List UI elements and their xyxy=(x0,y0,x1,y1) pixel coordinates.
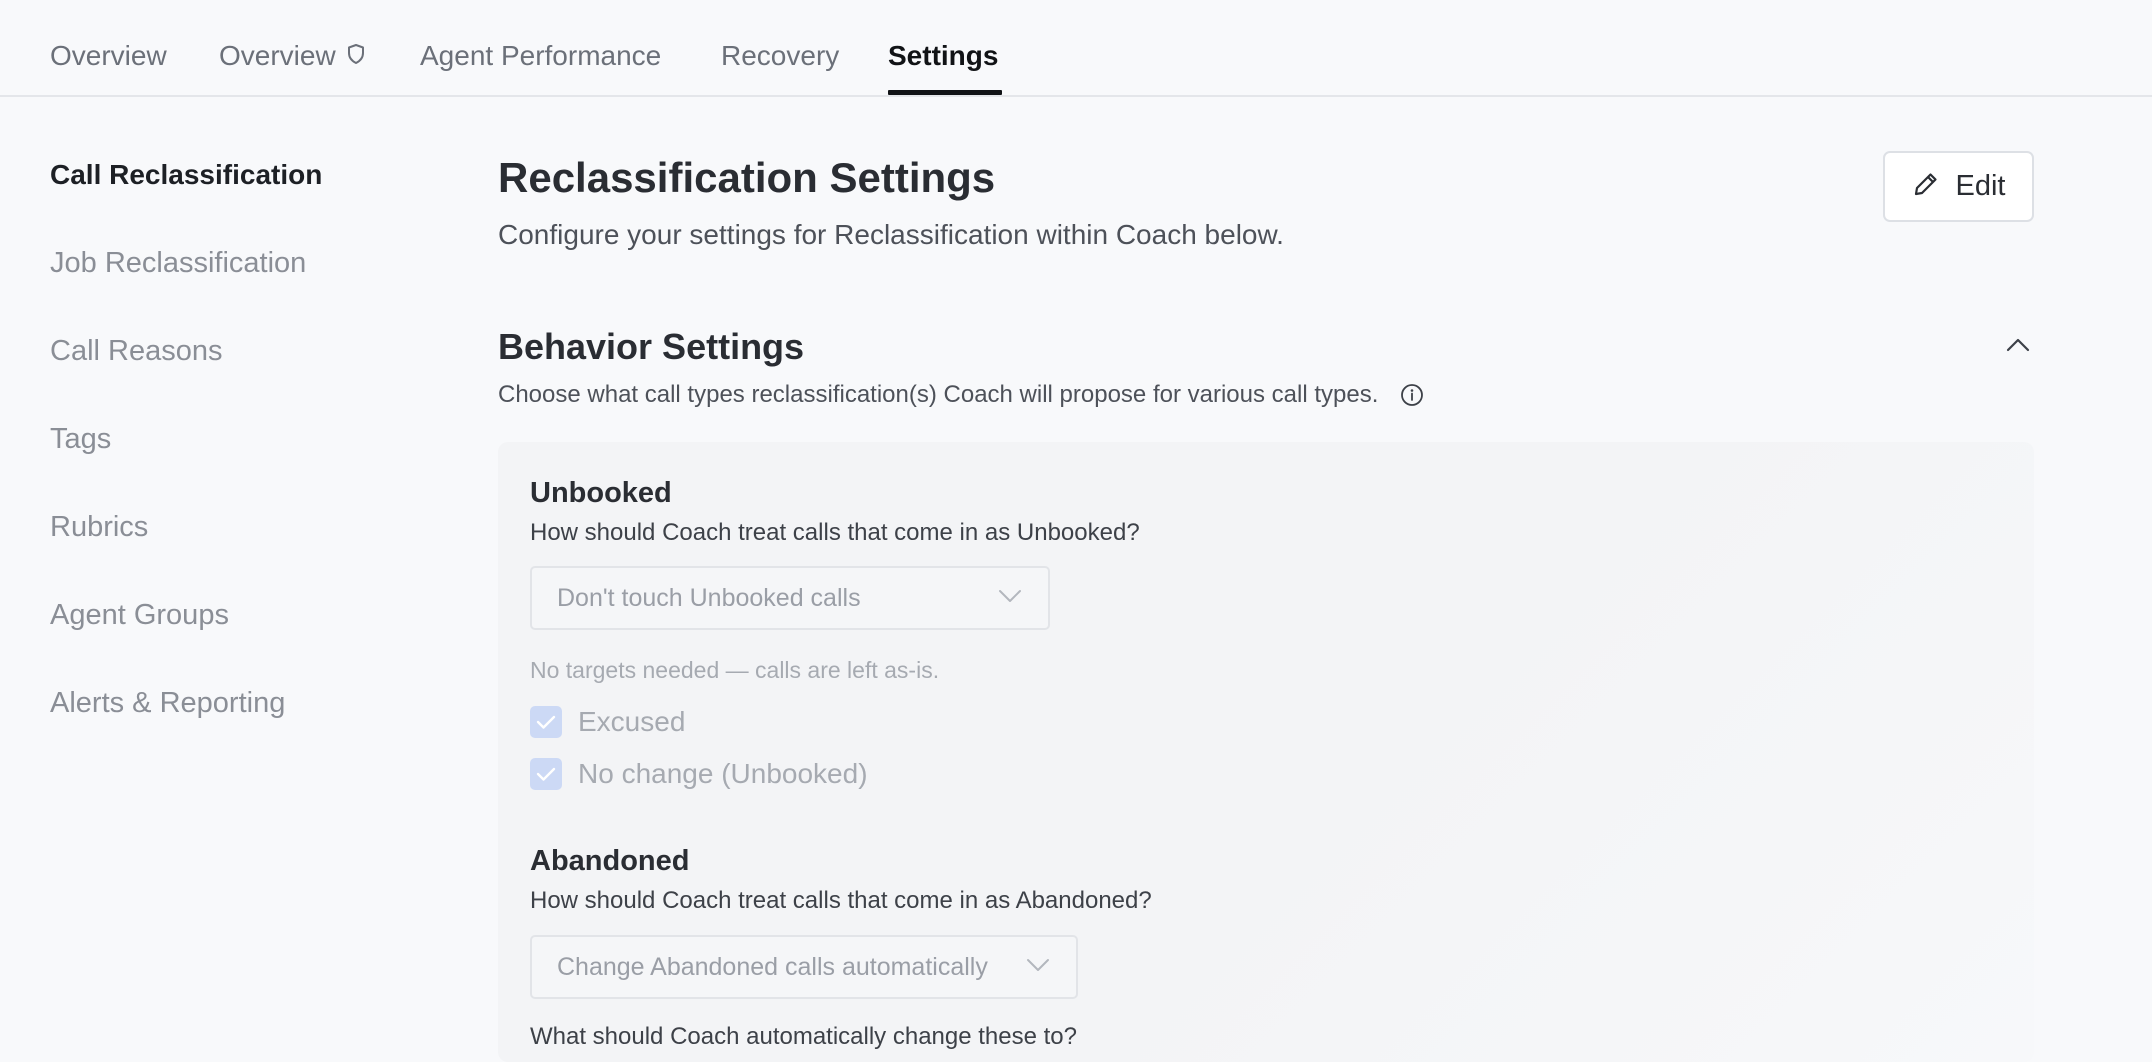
chevron-up-icon[interactable] xyxy=(2003,330,2033,360)
check-icon xyxy=(536,767,556,781)
unbooked-select-value: Don't touch Unbooked calls xyxy=(557,583,861,612)
tab-settings[interactable]: Settings xyxy=(888,38,998,74)
checkbox-box xyxy=(530,758,562,790)
checkbox-box xyxy=(530,706,562,738)
unbooked-behavior-select[interactable]: Don't touch Unbooked calls xyxy=(530,566,1050,630)
info-icon[interactable] xyxy=(1400,383,1424,412)
sidebar-item-rubrics[interactable]: Rubrics xyxy=(50,509,148,545)
section-title: Behavior Settings xyxy=(498,326,805,367)
unbooked-question: How should Coach treat calls that come i… xyxy=(530,519,1140,546)
page-title: Reclassification Settings xyxy=(498,154,996,201)
abandoned-select-value: Change Abandoned calls automatically xyxy=(557,952,988,981)
chevron-down-icon xyxy=(1025,957,1051,978)
tab-overview-restricted-label: Overview xyxy=(219,40,336,71)
sidebar-item-call-reasons[interactable]: Call Reasons xyxy=(50,333,222,369)
tab-agent-performance[interactable]: Agent Performance xyxy=(420,38,661,74)
abandoned-followup-question: What should Coach automatically change t… xyxy=(530,1023,1077,1050)
unbooked-hint: No targets needed — calls are left as-is… xyxy=(530,657,940,683)
checkbox-excused[interactable]: Excused xyxy=(530,706,685,738)
check-icon xyxy=(536,715,556,729)
unbooked-title: Unbooked xyxy=(530,477,672,509)
checkbox-no-change-unbooked[interactable]: No change (Unbooked) xyxy=(530,758,868,790)
tab-overview[interactable]: Overview xyxy=(50,38,167,74)
tab-recovery[interactable]: Recovery xyxy=(721,38,839,74)
pencil-icon xyxy=(1912,170,1940,203)
active-tab-indicator xyxy=(888,90,1002,95)
page-subtitle: Configure your settings for Reclassifica… xyxy=(498,219,1284,250)
abandoned-title: Abandoned xyxy=(530,845,690,877)
abandoned-question: How should Coach treat calls that come i… xyxy=(530,887,1152,914)
abandoned-behavior-select[interactable]: Change Abandoned calls automatically xyxy=(530,935,1078,999)
chevron-down-icon xyxy=(997,588,1023,609)
sidebar-item-alerts-reporting[interactable]: Alerts & Reporting xyxy=(50,685,285,721)
section-subtitle: Choose what call types reclassification(… xyxy=(498,381,1379,408)
tab-overview-restricted[interactable]: Overview xyxy=(219,38,366,74)
sidebar-item-tags[interactable]: Tags xyxy=(50,421,111,457)
top-tab-bar: Overview Overview Agent Performance Reco… xyxy=(0,0,2152,97)
shield-icon xyxy=(346,38,366,74)
edit-button-label: Edit xyxy=(1955,170,2006,202)
checkbox-label: Excused xyxy=(578,706,686,737)
edit-button[interactable]: Edit xyxy=(1883,151,2034,222)
sidebar-item-call-reclassification[interactable]: Call Reclassification xyxy=(50,157,322,193)
sidebar-item-agent-groups[interactable]: Agent Groups xyxy=(50,597,229,633)
checkbox-label: No change (Unbooked) xyxy=(578,758,868,789)
sidebar-item-job-reclassification[interactable]: Job Reclassification xyxy=(50,245,306,281)
